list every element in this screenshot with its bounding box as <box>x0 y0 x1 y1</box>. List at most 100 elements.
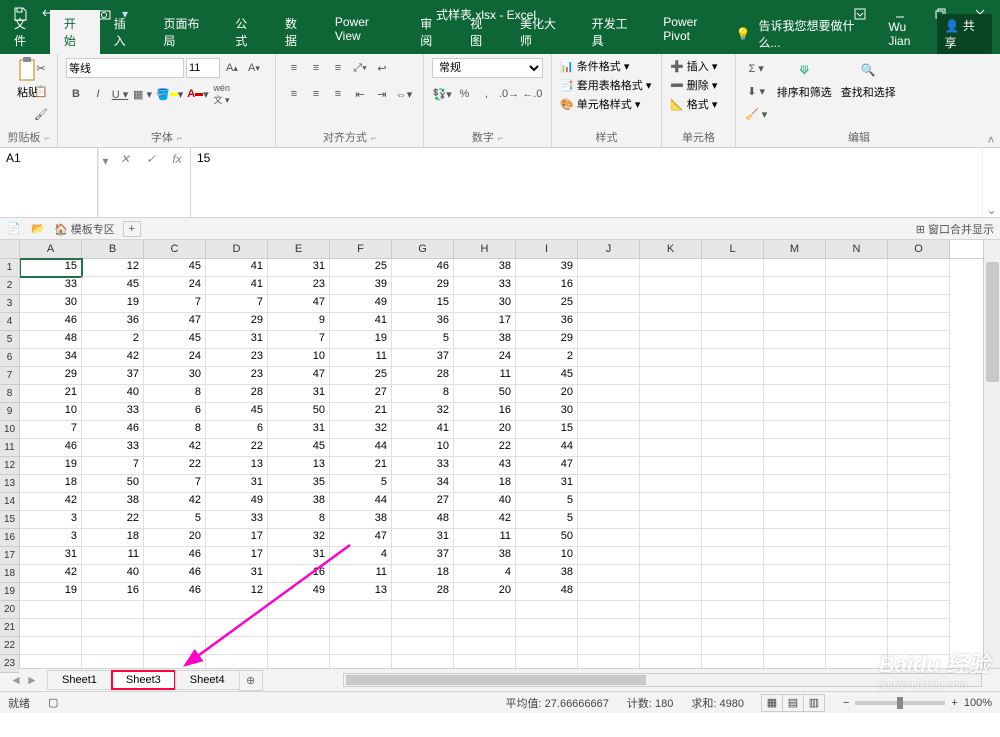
cell[interactable]: 5 <box>144 511 206 529</box>
tab-公式[interactable]: 公式 <box>221 10 271 54</box>
cell[interactable] <box>826 655 888 668</box>
cell[interactable]: 25 <box>516 295 578 313</box>
cell[interactable]: 42 <box>454 511 516 529</box>
clear-icon[interactable]: 🧹 ▾ <box>744 104 768 124</box>
cell[interactable]: 36 <box>516 313 578 331</box>
cell[interactable]: 4 <box>330 547 392 565</box>
cell[interactable]: 28 <box>392 583 454 601</box>
cell[interactable] <box>392 601 454 619</box>
cell[interactable] <box>702 295 764 313</box>
cell[interactable]: 31 <box>268 385 330 403</box>
cell[interactable] <box>640 295 702 313</box>
cell[interactable] <box>578 583 640 601</box>
cell[interactable] <box>888 619 950 637</box>
cell[interactable]: 50 <box>454 385 516 403</box>
cell[interactable]: 29 <box>20 367 82 385</box>
cell[interactable] <box>826 313 888 331</box>
cell[interactable] <box>578 313 640 331</box>
cell[interactable]: 39 <box>516 259 578 277</box>
cell[interactable] <box>578 619 640 637</box>
cell[interactable]: 30 <box>20 295 82 313</box>
align-center-icon[interactable]: ≡ <box>306 84 326 104</box>
cell[interactable] <box>20 619 82 637</box>
cell[interactable]: 13 <box>206 457 268 475</box>
cell[interactable] <box>764 601 826 619</box>
border-button[interactable]: ▦ ▾ <box>132 84 153 104</box>
cell[interactable] <box>640 493 702 511</box>
cell[interactable] <box>764 349 826 367</box>
cell[interactable]: 50 <box>82 475 144 493</box>
bold-button[interactable]: B <box>66 84 86 104</box>
cell[interactable] <box>640 619 702 637</box>
row-header[interactable]: 23 <box>0 655 19 673</box>
cell[interactable]: 2 <box>516 349 578 367</box>
cell[interactable] <box>764 583 826 601</box>
cell[interactable] <box>206 601 268 619</box>
cell[interactable] <box>888 259 950 277</box>
cell[interactable] <box>702 259 764 277</box>
cell[interactable]: 17 <box>454 313 516 331</box>
cell[interactable] <box>826 277 888 295</box>
cell[interactable]: 31 <box>516 475 578 493</box>
column-header[interactable]: F <box>330 240 392 258</box>
cell[interactable] <box>640 601 702 619</box>
cell[interactable] <box>826 439 888 457</box>
cell[interactable]: 20 <box>144 529 206 547</box>
cell[interactable]: 36 <box>392 313 454 331</box>
cell[interactable] <box>392 637 454 655</box>
cell[interactable] <box>826 493 888 511</box>
new-doc-icon[interactable]: 📄 <box>6 221 22 237</box>
cell[interactable] <box>888 511 950 529</box>
cell[interactable]: 45 <box>144 259 206 277</box>
cell[interactable] <box>640 475 702 493</box>
cell[interactable]: 38 <box>82 493 144 511</box>
cell[interactable] <box>888 655 950 668</box>
zoom-out-icon[interactable]: − <box>843 697 849 709</box>
row-header[interactable]: 10 <box>0 421 19 439</box>
cell[interactable]: 46 <box>20 439 82 457</box>
row-header[interactable]: 2 <box>0 277 19 295</box>
cell[interactable]: 20 <box>454 421 516 439</box>
cell[interactable] <box>826 385 888 403</box>
cell[interactable]: 44 <box>516 439 578 457</box>
column-header[interactable]: L <box>702 240 764 258</box>
cell[interactable]: 33 <box>20 277 82 295</box>
cell[interactable]: 11 <box>330 565 392 583</box>
cell[interactable] <box>516 601 578 619</box>
cell[interactable]: 37 <box>392 349 454 367</box>
cell[interactable]: 3 <box>20 529 82 547</box>
row-header[interactable]: 7 <box>0 367 19 385</box>
cancel-formula-icon[interactable]: ✕ <box>112 148 138 217</box>
cell[interactable]: 31 <box>268 259 330 277</box>
wrap-text-icon[interactable]: ↩ <box>372 58 392 78</box>
cell[interactable]: 48 <box>20 331 82 349</box>
collapse-ribbon-icon[interactable]: ˄ <box>982 54 1000 147</box>
cell[interactable]: 30 <box>516 403 578 421</box>
cell[interactable]: 44 <box>330 439 392 457</box>
cell[interactable] <box>702 331 764 349</box>
cell[interactable]: 17 <box>206 529 268 547</box>
cell[interactable]: 7 <box>268 331 330 349</box>
cells-area[interactable]: 1512454131254638393345244123392933163019… <box>20 259 983 668</box>
cell[interactable]: 27 <box>392 493 454 511</box>
align-left-icon[interactable]: ≡ <box>284 84 304 104</box>
cell[interactable] <box>888 583 950 601</box>
row-header[interactable]: 15 <box>0 511 19 529</box>
row-header[interactable]: 22 <box>0 637 19 655</box>
cell[interactable] <box>826 511 888 529</box>
cell[interactable]: 30 <box>144 367 206 385</box>
cell[interactable]: 18 <box>82 529 144 547</box>
cell[interactable] <box>578 439 640 457</box>
align-middle-icon[interactable]: ≡ <box>306 58 326 78</box>
cell[interactable]: 45 <box>206 403 268 421</box>
cell[interactable] <box>578 367 640 385</box>
cell[interactable] <box>516 637 578 655</box>
cell[interactable]: 12 <box>82 259 144 277</box>
number-format-select[interactable]: 常规 <box>432 58 543 78</box>
cell[interactable]: 7 <box>20 421 82 439</box>
cell[interactable] <box>578 565 640 583</box>
tab-文件[interactable]: 文件 <box>0 10 50 54</box>
cell[interactable]: 21 <box>330 457 392 475</box>
cell[interactable] <box>702 403 764 421</box>
cell[interactable] <box>82 619 144 637</box>
